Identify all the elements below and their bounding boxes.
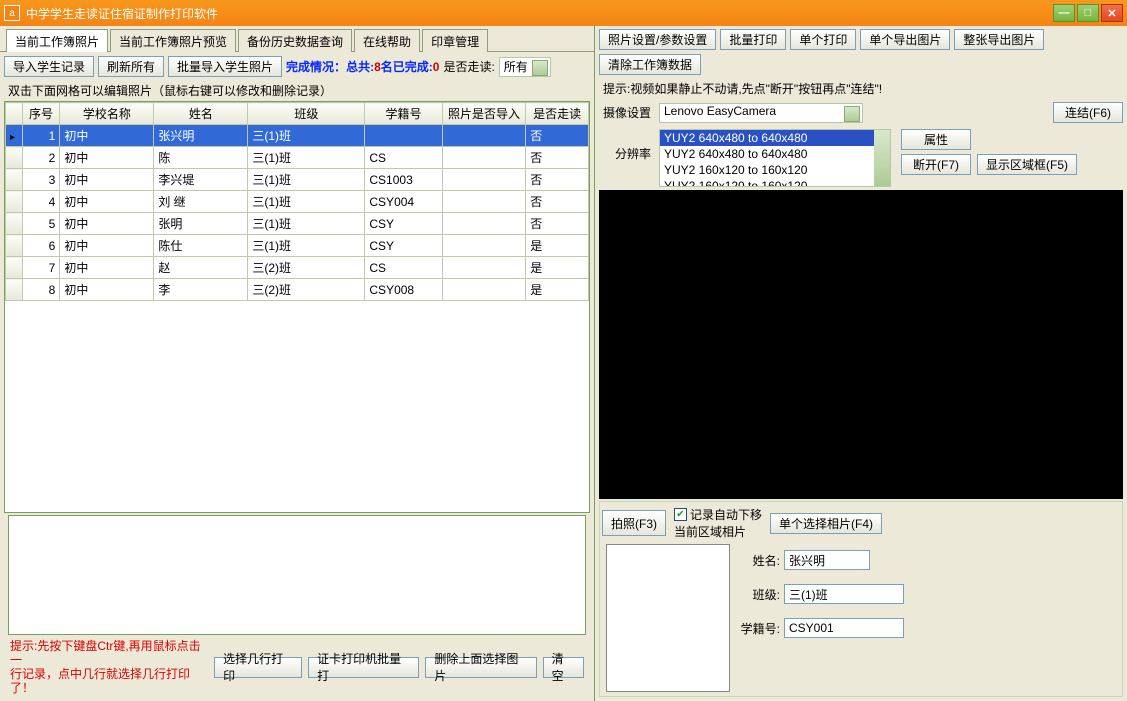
col-seq[interactable]: 序号 — [22, 103, 60, 125]
auto-next-checkbox[interactable]: ✔ — [674, 508, 687, 521]
grid-hint: 双击下面网格可以编辑照片（鼠标右键可以修改和删除记录） — [4, 80, 590, 101]
resolution-label: 分辨率 — [599, 129, 655, 162]
captured-photo-frame — [606, 544, 730, 692]
clear-workbook-button[interactable]: 清除工作簿数据 — [599, 54, 701, 75]
auto-next-group: ✔记录自动下移 当前区域相片 — [674, 506, 762, 540]
col-sid[interactable]: 学籍号 — [365, 103, 442, 125]
import-students-button[interactable]: 导入学生记录 — [4, 56, 94, 77]
res-item[interactable]: YUY2 640x480 to 640x480 — [660, 146, 890, 162]
name-input[interactable] — [784, 550, 870, 570]
isday-label: 是否走读: — [443, 58, 494, 75]
video-hint: 提示:视频如果静止不动请,先点"断开"按钮再点"连结"! — [599, 78, 1123, 99]
ctrl-hint: 提示:先按下键盘Ctr键,再用鼠标点击一 行记录，点中几行就选择几行打印了！ — [10, 639, 208, 695]
table-row[interactable]: 2初中陈三(1)班CS否 — [6, 147, 589, 169]
minimize-button[interactable]: — — [1053, 4, 1075, 22]
table-row[interactable]: 6初中陈仕三(1)班CSY是 — [6, 235, 589, 257]
sid-input[interactable] — [784, 618, 904, 638]
tab-stamp[interactable]: 印章管理 — [422, 29, 488, 52]
camera-select[interactable]: Lenovo EasyCamera — [659, 103, 863, 123]
col-hasphoto[interactable]: 照片是否导入 — [442, 103, 526, 125]
disconnect-button[interactable]: 断开(F7) — [901, 154, 971, 175]
col-isday[interactable]: 是否走读 — [526, 103, 589, 125]
attributes-button[interactable]: 属性 — [901, 129, 971, 150]
table-row[interactable]: 4初中刘 继三(1)班CSY004否 — [6, 191, 589, 213]
app-icon: a — [4, 5, 20, 21]
camera-label: 摄像设置 — [599, 104, 655, 121]
batch-import-photos-button[interactable]: 批量导入学生照片 — [168, 56, 282, 77]
res-item[interactable]: YUY2 160x120 to 160x120 — [660, 178, 890, 187]
table-row[interactable]: 7初中赵三(2)班CS是 — [6, 257, 589, 279]
single-export-button[interactable]: 单个导出图片 — [860, 29, 950, 50]
students-table[interactable]: 序号 学校名称 姓名 班级 学籍号 照片是否导入 是否走读 1初中张兴明三(1)… — [4, 101, 590, 513]
photo-settings-button[interactable]: 照片设置/参数设置 — [599, 29, 716, 50]
shoot-button[interactable]: 拍照(F3) — [602, 510, 666, 536]
table-row[interactable]: 3初中李兴堤三(1)班CS1003否 — [6, 169, 589, 191]
clear-button[interactable]: 清空 — [543, 657, 584, 678]
isday-select[interactable]: 所有 — [499, 57, 551, 77]
maximize-button[interactable]: □ — [1077, 4, 1099, 22]
print-selected-button[interactable]: 选择几行打印 — [214, 657, 302, 678]
refresh-all-button[interactable]: 刷新所有 — [98, 56, 164, 77]
tab-current-photos[interactable]: 当前工作簿照片 — [6, 29, 108, 52]
table-row[interactable]: 5初中张明三(1)班CSY否 — [6, 213, 589, 235]
col-name[interactable]: 姓名 — [154, 103, 248, 125]
main-tabs: 当前工作簿照片 当前工作簿照片预览 备份历史数据查询 在线帮助 印章管理 — [0, 26, 594, 51]
name-label: 姓名: — [730, 552, 780, 569]
table-row[interactable]: 8初中李三(2)班CSY008是 — [6, 279, 589, 301]
col-school[interactable]: 学校名称 — [60, 103, 154, 125]
photo-preview-box — [8, 515, 586, 635]
scrollbar[interactable] — [874, 130, 890, 186]
resolution-list[interactable]: YUY2 640x480 to 640x480 YUY2 640x480 to … — [659, 129, 891, 187]
tab-history[interactable]: 备份历史数据查询 — [238, 29, 352, 52]
connect-button[interactable]: 连结(F6) — [1053, 102, 1123, 123]
tab-help[interactable]: 在线帮助 — [354, 29, 420, 52]
class-label: 班级: — [730, 586, 780, 603]
sid-label: 学籍号: — [730, 620, 780, 637]
res-item[interactable]: YUY2 160x120 to 160x120 — [660, 162, 890, 178]
table-row[interactable]: 1初中张兴明三(1)班否 — [6, 125, 589, 147]
single-print-button[interactable]: 单个打印 — [790, 29, 856, 50]
titlebar: a 中学学生走读证住宿证制作打印软件 — □ ✕ — [0, 0, 1127, 26]
col-class[interactable]: 班级 — [248, 103, 365, 125]
batch-print-button[interactable]: 批量打印 — [720, 29, 786, 50]
select-single-photo-button[interactable]: 单个选择相片(F4) — [770, 513, 882, 534]
show-region-frame-button[interactable]: 显示区域框(F5) — [977, 154, 1077, 175]
tab-preview[interactable]: 当前工作簿照片预览 — [110, 29, 236, 52]
class-input[interactable] — [784, 584, 904, 604]
window-title: 中学学生走读证住宿证制作打印软件 — [26, 5, 1053, 22]
delete-selected-image-button[interactable]: 删除上面选择图片 — [425, 657, 536, 678]
card-batch-print-button[interactable]: 证卡打印机批量打 — [308, 657, 419, 678]
res-item[interactable]: YUY2 640x480 to 640x480 — [660, 130, 890, 146]
whole-export-button[interactable]: 整张导出图片 — [954, 29, 1044, 50]
close-button[interactable]: ✕ — [1101, 4, 1123, 22]
completion-status: 完成情况：总共:8名已完成:0 — [286, 58, 439, 75]
video-preview — [599, 190, 1123, 499]
